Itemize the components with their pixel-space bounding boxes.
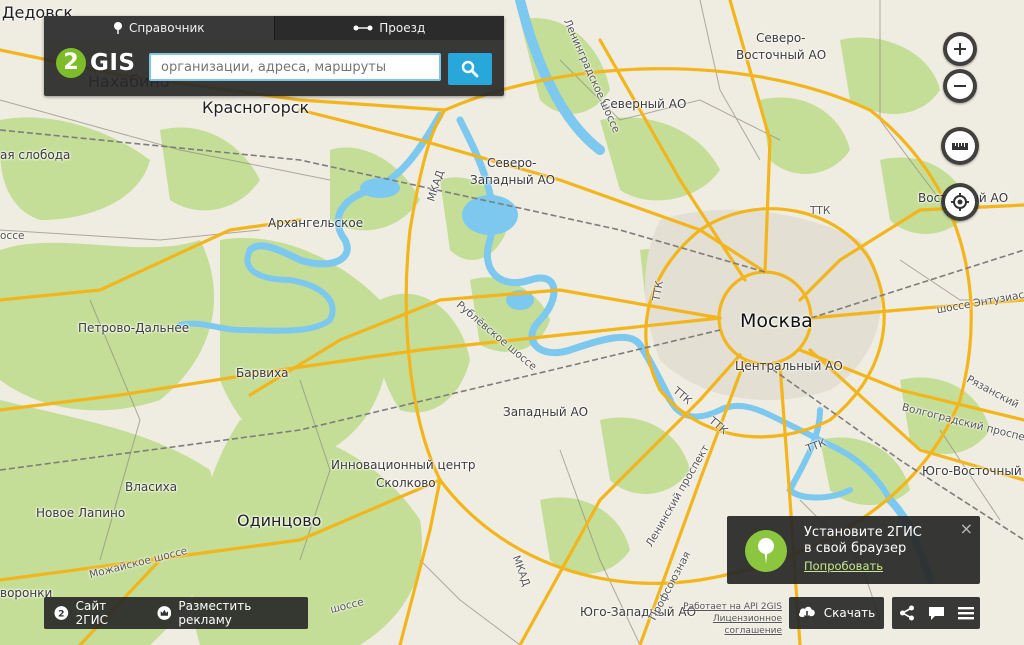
- map-app: Дедовск Нахабино Красногорск ая слобода …: [0, 0, 1024, 645]
- promo-try-link[interactable]: Попробовать: [804, 559, 883, 573]
- urban-areas: [645, 209, 882, 400]
- crosshair-icon: [951, 193, 969, 211]
- logo-text: GIS: [90, 50, 136, 76]
- api-attribution: Работает на API 2GIS Лицензионное соглаш…: [668, 601, 782, 637]
- share-icon[interactable]: [899, 605, 915, 621]
- site-2gis-link[interactable]: 2 Сайт 2ГИС: [44, 599, 147, 627]
- zoom-out-button[interactable]: [943, 69, 977, 103]
- close-icon[interactable]: ×: [960, 519, 973, 538]
- share-bar: [892, 597, 980, 629]
- browser-extension-promo: Установите 2ГИС в свой браузер Попробова…: [727, 516, 980, 584]
- bottom-left-bar: 2 Сайт 2ГИС Разместить рекламу: [44, 597, 308, 629]
- 2gis-logo-icon: 2: [54, 606, 69, 620]
- download-button[interactable]: Скачать: [789, 597, 884, 629]
- advertise-label: Разместить рекламу: [178, 599, 252, 627]
- promo-text: Установите 2ГИС в свой браузер: [804, 525, 922, 557]
- pin-icon: [113, 22, 122, 34]
- pin-icon-large: [745, 530, 787, 572]
- promo-line-2: в свой браузер: [804, 541, 907, 556]
- ruler-button[interactable]: [941, 127, 979, 165]
- geolocation-button[interactable]: [941, 183, 979, 221]
- plus-icon: [954, 43, 966, 55]
- tab-directory-label: Справочник: [128, 21, 205, 35]
- zoom-in-button[interactable]: [943, 32, 977, 66]
- download-label: Скачать: [823, 606, 876, 620]
- tab-route[interactable]: Проезд: [273, 16, 504, 40]
- cloud-download-icon: [798, 606, 815, 620]
- comment-icon[interactable]: [928, 606, 945, 621]
- tab-directory[interactable]: Справочник: [44, 16, 274, 40]
- search-input[interactable]: [149, 53, 441, 81]
- api-link[interactable]: Работает на API 2GIS: [668, 601, 782, 613]
- promo-line-1: Установите 2ГИС: [804, 525, 922, 540]
- search-button[interactable]: [448, 53, 492, 85]
- svg-text:2: 2: [58, 609, 64, 620]
- search-panel: Справочник Проезд 2 GIS: [44, 16, 504, 96]
- site-2gis-label: Сайт 2ГИС: [75, 599, 108, 627]
- tab-route-label: Проезд: [379, 21, 426, 35]
- minus-icon: [954, 85, 966, 87]
- license-link[interactable]: Лицензионное соглашение: [668, 613, 782, 637]
- logo[interactable]: 2 GIS: [56, 48, 136, 78]
- search-icon: [461, 60, 479, 78]
- crown-icon: [157, 606, 171, 620]
- route-icon: [353, 25, 373, 31]
- ruler-icon: [952, 143, 968, 150]
- advertise-link[interactable]: Разместить рекламу: [147, 599, 308, 627]
- logo-digit: 2: [56, 48, 86, 78]
- search-tabs: Справочник Проезд: [44, 16, 504, 40]
- menu-icon[interactable]: [957, 606, 974, 620]
